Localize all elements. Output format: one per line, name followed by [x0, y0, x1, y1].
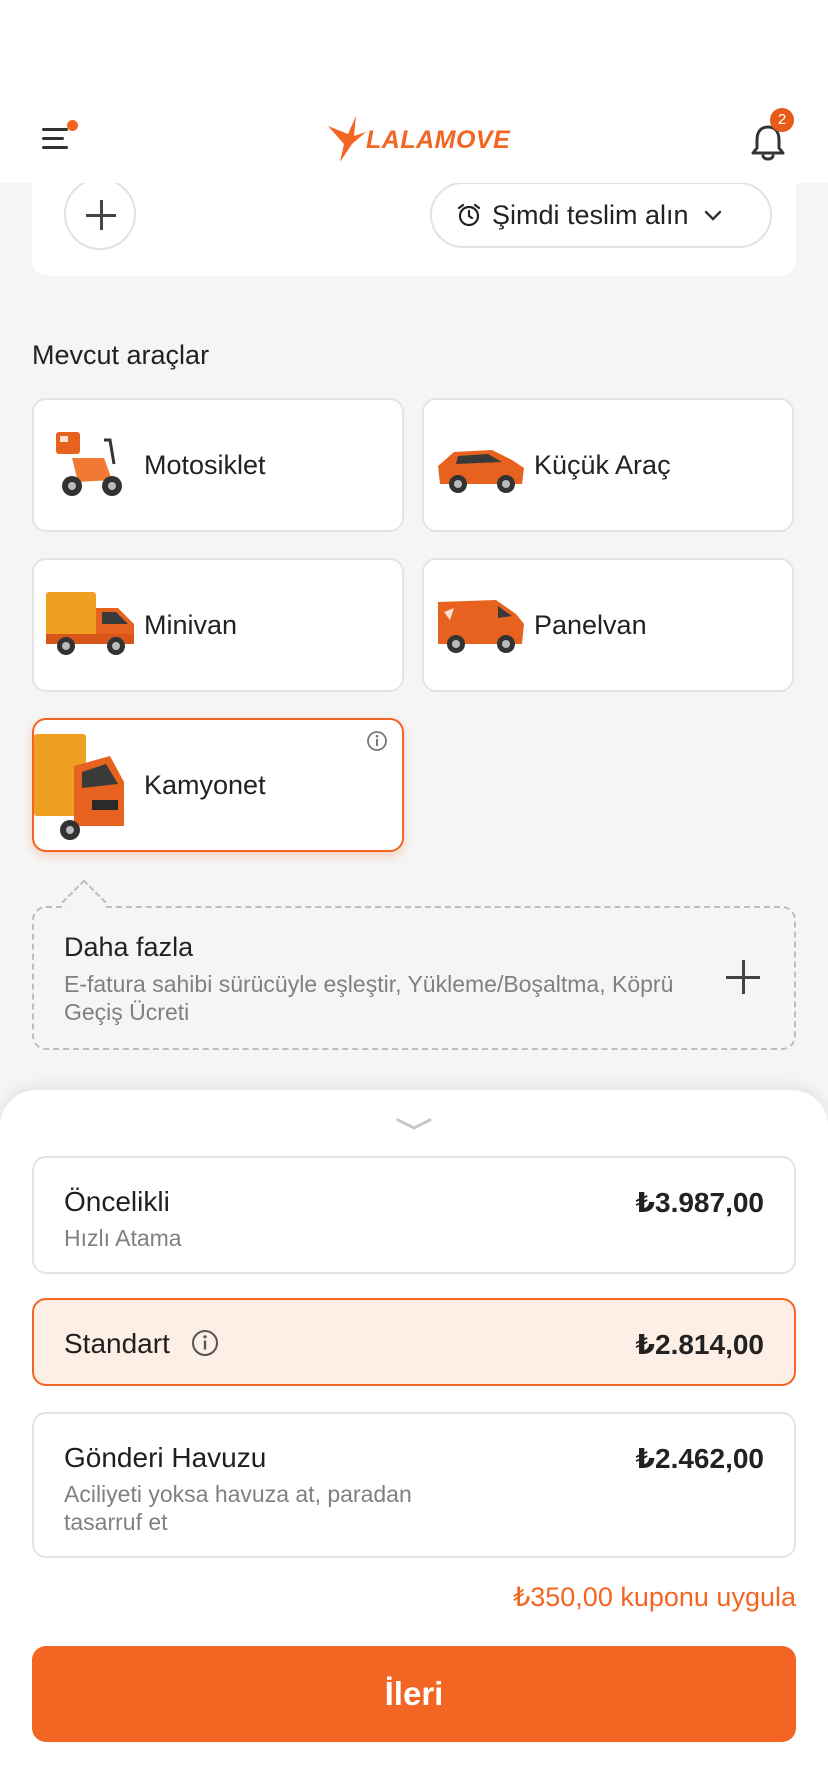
info-icon[interactable]	[190, 1328, 220, 1358]
price-option-subtitle: Aciliyeti yoksa havuza at, paradan tasar…	[64, 1481, 412, 1535]
vehicles-section-title: Mevcut araçlar	[32, 340, 210, 370]
app-screen: Şimdi teslim alın LALAMOVE 2 Mevcut araç…	[0, 0, 828, 1792]
vehicle-card-kamyonet[interactable]: Kamyonet	[32, 718, 404, 852]
price-option-price: ₺2.814,00	[635, 1329, 764, 1360]
menu-notification-dot	[67, 120, 78, 131]
car-icon	[438, 450, 524, 493]
vehicle-card-minivan[interactable]: Minivan	[32, 558, 404, 692]
price-option-gonderi-havuzu[interactable]: Gönderi Havuzu Aciliyeti yoksa havuza at…	[32, 1412, 796, 1558]
price-option-title: Standart	[64, 1328, 170, 1359]
more-options-title: Daha fazla	[64, 932, 194, 962]
vehicle-label: Kamyonet	[144, 770, 266, 800]
vehicle-label: Minivan	[144, 610, 238, 640]
apply-coupon-link[interactable]: ₺350,00 kuponu uygula	[513, 1582, 796, 1613]
chevron-down-handle-icon[interactable]	[394, 1116, 434, 1132]
alarm-clock-icon	[457, 203, 481, 227]
add-stop-button[interactable]	[64, 178, 136, 250]
bird-logo-icon	[328, 116, 366, 162]
vehicle-card-kucuk-arac[interactable]: Küçük Araç	[422, 398, 794, 532]
vehicle-card-panelvan[interactable]: Panelvan	[422, 558, 794, 692]
vehicle-label: Küçük Araç	[534, 450, 671, 480]
motorcycle-icon	[56, 432, 122, 496]
price-option-price: ₺3.987,00	[635, 1187, 764, 1218]
pickup-time-selector[interactable]: Şimdi teslim alın	[430, 182, 772, 248]
logo-text: LALAMOVE	[366, 126, 511, 154]
add-options-icon[interactable]	[726, 960, 760, 994]
lalamove-logo: LALAMOVE	[326, 114, 510, 164]
price-option-subtitle: Hızlı Atama	[64, 1225, 182, 1251]
price-option-title: Öncelikli	[64, 1186, 170, 1217]
vehicle-label: Motosiklet	[144, 450, 266, 480]
more-options-description: E-fatura sahibi sürücüyle eşleştir, Yükl…	[64, 971, 674, 1025]
chevron-down-icon	[704, 210, 721, 221]
vehicle-label: Panelvan	[534, 610, 647, 640]
info-icon[interactable]	[366, 730, 388, 752]
vehicle-card-motosiklet[interactable]: Motosiklet	[32, 398, 404, 532]
app-header: LALAMOVE 2	[0, 0, 828, 183]
price-option-title: Gönderi Havuzu	[64, 1442, 267, 1473]
price-option-price: ₺2.462,00	[635, 1443, 764, 1474]
minivan-icon	[46, 592, 134, 655]
panelvan-icon	[438, 600, 524, 653]
pickup-time-label: Şimdi teslim alın	[492, 199, 689, 230]
notification-badge: 2	[770, 108, 794, 132]
price-option-standart[interactable]: Standart ₺2.814,00	[32, 1298, 796, 1386]
next-button[interactable]: İleri	[32, 1646, 796, 1742]
menu-button[interactable]	[42, 120, 78, 154]
price-option-oncelikli[interactable]: Öncelikli Hızlı Atama ₺3.987,00	[32, 1156, 796, 1274]
truck-icon	[34, 734, 124, 840]
